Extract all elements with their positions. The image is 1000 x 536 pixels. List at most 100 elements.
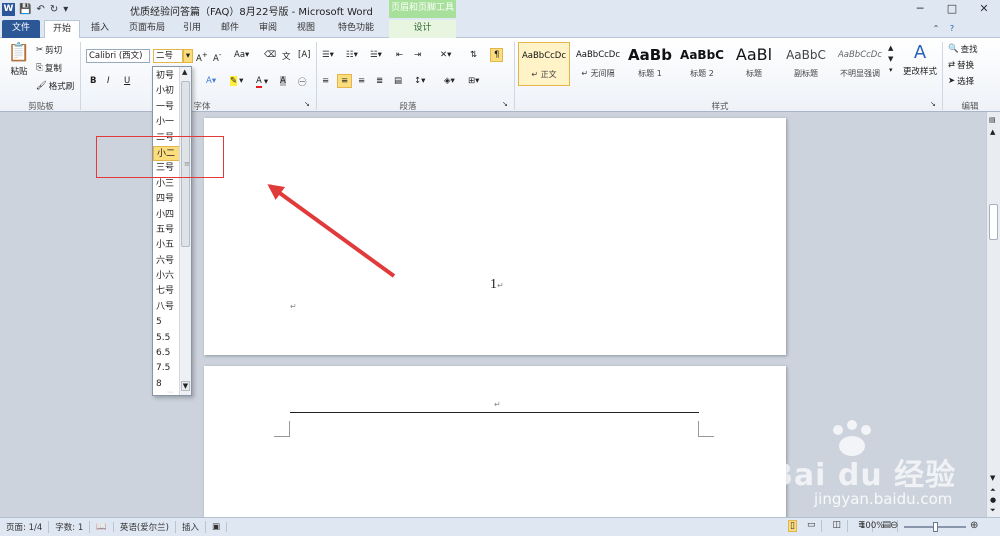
scroll-up-icon[interactable]: ▲: [990, 128, 995, 136]
print-layout-icon[interactable]: ▯: [788, 520, 797, 532]
zoom-out-icon[interactable]: ⊖: [890, 520, 898, 531]
font-size-option[interactable]: 7.5: [153, 361, 180, 376]
font-name-box[interactable]: Calibri (西文): [86, 49, 150, 63]
char-shading-button[interactable]: A: [280, 76, 286, 86]
tab-file[interactable]: 文件: [2, 20, 40, 38]
show-marks-button[interactable]: ¶: [490, 48, 504, 62]
zoom-level[interactable]: 100%: [860, 521, 884, 531]
resize-grip-icon[interactable]: ⋯: [167, 389, 173, 396]
tab-mailings[interactable]: 邮件: [214, 20, 246, 38]
font-size-option[interactable]: 一号: [153, 100, 180, 115]
decrease-indent-button[interactable]: ⇤: [396, 50, 403, 60]
replace-button[interactable]: ⇄ 替换: [948, 59, 974, 71]
minimize-button[interactable]: ─: [904, 0, 936, 18]
cut-button[interactable]: ✂ 剪切: [36, 44, 62, 56]
change-styles-button[interactable]: A 更改样式: [900, 42, 940, 77]
distributed-button[interactable]: ▤: [394, 76, 402, 86]
style-title[interactable]: AaBl 标题: [728, 42, 780, 86]
font-size-option[interactable]: 小三: [153, 177, 180, 192]
font-size-option[interactable]: 小五: [153, 238, 180, 253]
font-size-option[interactable]: 五号: [153, 223, 180, 238]
format-painter-button[interactable]: 🖌 格式刷: [36, 80, 74, 92]
clear-format-button[interactable]: ⌫: [264, 50, 276, 60]
styles-dialog-launcher-icon[interactable]: ↘: [930, 100, 936, 108]
chinese-layout-button[interactable]: ✕▾: [440, 50, 451, 60]
copy-button[interactable]: ⎘ 复制: [36, 62, 62, 74]
insert-mode-status[interactable]: 插入: [176, 521, 206, 533]
font-size-option[interactable]: 小六: [153, 269, 180, 284]
ribbon-minimize-icon[interactable]: ⌃: [930, 20, 942, 38]
next-page-icon[interactable]: ⏷: [990, 506, 996, 515]
close-button[interactable]: ✕: [968, 0, 1000, 18]
bold-button[interactable]: B: [90, 76, 96, 86]
justify-button[interactable]: ≣: [376, 76, 383, 86]
font-color-button[interactable]: A ▾: [256, 76, 268, 88]
text-effects-button[interactable]: A▾: [206, 76, 216, 86]
tab-page-layout[interactable]: 页面布局: [122, 20, 172, 38]
style-no-spacing[interactable]: AaBbCcDc ↵ 无间隔: [572, 42, 624, 86]
bullets-button[interactable]: ☰▾: [322, 50, 334, 60]
font-size-option[interactable]: 5.5: [153, 331, 180, 346]
save-icon[interactable]: 💾: [19, 4, 31, 15]
customize-qat-icon[interactable]: ▾: [63, 4, 68, 15]
word-count-status[interactable]: 字数: 1: [49, 521, 91, 533]
paste-button[interactable]: 📋 粘贴: [6, 42, 32, 77]
align-right-button[interactable]: ≡: [358, 76, 365, 86]
tab-special[interactable]: 特色功能: [330, 20, 382, 38]
sort-button[interactable]: ⇅: [470, 50, 477, 60]
shading-button[interactable]: ◈▾: [444, 76, 455, 86]
style-subtle-emphasis[interactable]: AaBbCcDc 不明显强调: [834, 42, 886, 86]
font-size-option[interactable]: 5: [153, 315, 180, 330]
change-case-button[interactable]: Aa▾: [234, 50, 249, 60]
grow-font-button[interactable]: A+: [196, 50, 208, 64]
web-layout-icon[interactable]: ◫: [826, 520, 848, 532]
tab-design[interactable]: 设计: [389, 20, 456, 38]
char-border-button[interactable]: [A]: [298, 50, 310, 60]
tab-insert[interactable]: 插入: [84, 20, 116, 38]
font-size-option[interactable]: 小初: [153, 84, 180, 99]
style-heading-2[interactable]: AaBbC 标题 2: [676, 42, 728, 86]
macro-record-icon[interactable]: ▣: [206, 522, 228, 532]
style-normal[interactable]: AaBbCcDc ↵ 正文: [518, 42, 570, 86]
font-size-option[interactable]: 小一: [153, 115, 180, 130]
numbering-button[interactable]: ☷▾: [346, 50, 358, 60]
font-size-option[interactable]: 四号: [153, 192, 180, 207]
full-screen-icon[interactable]: ▭: [801, 520, 823, 532]
help-icon[interactable]: ?: [946, 20, 958, 38]
dropdown-scroll-down-icon[interactable]: ▼: [181, 381, 190, 391]
redo-icon[interactable]: ↻: [50, 4, 58, 15]
maximize-button[interactable]: □: [936, 0, 968, 18]
tab-view[interactable]: 视图: [290, 20, 322, 38]
enclosed-char-button[interactable]: ㊀: [298, 76, 307, 88]
undo-icon[interactable]: ↶: [36, 4, 44, 15]
shrink-font-button[interactable]: A-: [213, 50, 221, 64]
font-size-box[interactable]: 二号: [153, 49, 183, 63]
font-size-dropdown[interactable]: 初号 小初 一号 小一 二号 小二 三号 小三 四号 小四 五号 小五 六号 小六 七号 八号 5 5.5 6.5 7…: [152, 66, 192, 396]
font-size-option[interactable]: 小四: [153, 208, 180, 223]
page-1[interactable]: 1↵ ↵: [204, 118, 786, 355]
tab-references[interactable]: 引用: [176, 20, 208, 38]
prev-page-icon[interactable]: ⏶: [990, 486, 996, 495]
zoom-in-icon[interactable]: ⊕: [970, 520, 978, 531]
align-center-button[interactable]: ≡: [337, 74, 353, 88]
line-spacing-button[interactable]: ↕▾: [414, 76, 425, 86]
select-button[interactable]: ➤ 选择: [948, 75, 974, 87]
font-size-option[interactable]: 七号: [153, 284, 180, 299]
borders-button[interactable]: ⊞▾: [468, 76, 479, 86]
proofing-icon[interactable]: 📖: [90, 522, 114, 532]
font-dialog-launcher-icon[interactable]: ↘: [304, 100, 310, 108]
increase-indent-button[interactable]: ⇥: [414, 50, 421, 60]
underline-button[interactable]: U: [124, 76, 130, 86]
font-size-dropdown-button[interactable]: ▾: [183, 49, 193, 63]
tab-home[interactable]: 开始: [44, 20, 80, 38]
style-subtitle[interactable]: AaBbC 副标题: [780, 42, 832, 86]
italic-button[interactable]: I: [107, 76, 110, 86]
page-2[interactable]: ↵: [204, 366, 786, 517]
ruler-toggle-icon[interactable]: ▤: [989, 116, 996, 124]
dropdown-scroll-up-icon[interactable]: ▲: [182, 68, 187, 76]
tab-review[interactable]: 审阅: [252, 20, 284, 38]
font-size-option[interactable]: 八号: [153, 300, 180, 315]
highlight-button[interactable]: ✎ ▾: [230, 76, 243, 86]
font-size-option[interactable]: 六号: [153, 254, 180, 269]
find-button[interactable]: 🔍 查找: [948, 43, 978, 55]
